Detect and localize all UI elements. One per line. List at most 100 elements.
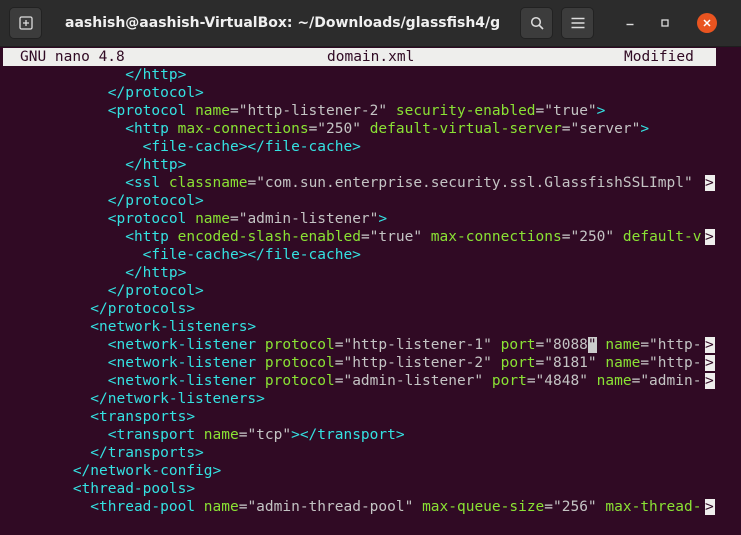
code-token: <ssl <box>125 175 169 191</box>
code-token: <network-listener <box>107 337 265 353</box>
editor-line: <http encoded-slash-enabled="true" max-c… <box>125 228 701 246</box>
editor-line: <http max-connections="250" default-virt… <box>125 120 649 138</box>
code-token: default-v <box>622 229 702 245</box>
nano-version: GNU nano 4.8 <box>20 49 125 65</box>
editor-line: </protocol> <box>108 84 204 102</box>
code-token: "admin-listener" <box>238 211 379 227</box>
code-token: name <box>195 103 230 119</box>
code-token: ></transport> <box>291 427 405 443</box>
editor-line: <ssl classname="com.sun.enterprise.secur… <box>125 174 701 192</box>
line-continues-marker: > <box>705 175 715 191</box>
editor-line: </http> <box>125 264 186 282</box>
code-token: > <box>640 121 650 137</box>
text-cursor: " <box>587 337 597 353</box>
code-token: port <box>500 355 536 371</box>
menu-button[interactable] <box>561 7 594 39</box>
hamburger-menu-icon <box>571 17 584 29</box>
code-token: protocol <box>264 337 335 353</box>
editor-line: </protocol> <box>108 192 204 210</box>
line-continues-marker: > <box>705 337 715 353</box>
line-continues-marker: > <box>705 355 715 371</box>
code-token: > <box>596 103 606 119</box>
code-token: > <box>378 211 388 227</box>
code-token: protocol <box>264 355 335 371</box>
code-token: <network-listeners> <box>90 319 257 335</box>
modified-status: Modified <box>624 49 694 65</box>
code-token: = <box>535 103 545 119</box>
code-token: <http <box>125 229 178 245</box>
code-token: <transports> <box>90 409 196 425</box>
code-token: "true" <box>544 103 597 119</box>
code-token: <protocol <box>107 103 196 119</box>
editor-line: <network-listener protocol = "http-listene… <box>108 354 702 372</box>
minimize-button[interactable] <box>620 13 640 33</box>
code-token: </http> <box>125 67 187 83</box>
code-token: <transport <box>107 427 204 443</box>
code-token: port <box>500 337 536 353</box>
code-token: "server" <box>570 121 641 137</box>
code-token: "256" <box>553 499 597 515</box>
editor-line: </http> <box>125 66 186 84</box>
editor-line: </protocols> <box>90 300 195 318</box>
code-token: = <box>544 499 554 515</box>
close-icon <box>703 19 711 27</box>
code-token: max-thread- <box>605 499 702 515</box>
code-token: </transports> <box>90 445 204 461</box>
editor-line: <protocol name = "http-listener-2" securit… <box>108 102 606 120</box>
code-token: <thread-pools> <box>72 481 196 497</box>
code-token: </http> <box>125 265 187 281</box>
code-token: protocol <box>264 373 335 389</box>
code-token: "http-listener-2" <box>238 103 388 119</box>
code-token: "8088 <box>544 337 588 353</box>
search-button[interactable] <box>520 7 553 39</box>
code-token: classname <box>168 175 248 191</box>
new-tab-button[interactable] <box>9 7 42 39</box>
code-token: <http <box>125 121 178 137</box>
editor-line: <transports> <box>90 408 195 426</box>
editor-line: </network-listeners> <box>90 390 265 408</box>
code-token: "http- <box>649 355 702 371</box>
code-token: = <box>229 211 239 227</box>
code-token: = <box>308 121 318 137</box>
code-token: = <box>535 355 545 371</box>
code-token: </network-config> <box>72 463 222 479</box>
code-token: max-connections <box>177 121 309 137</box>
code-token: <network-listener <box>107 373 265 389</box>
code-token: = <box>247 175 257 191</box>
nano-header-bar: GNU nano 4.8 domain.xml Modified <box>3 48 716 66</box>
code-token: name <box>203 499 239 515</box>
file-name: domain.xml <box>327 49 415 65</box>
new-tab-icon <box>18 16 33 30</box>
code-token: max-connections <box>430 229 562 245</box>
maximize-button[interactable] <box>655 13 675 33</box>
code-token: "250" <box>317 121 361 137</box>
code-token: = <box>535 337 545 353</box>
line-continues-marker: > <box>705 229 715 245</box>
code-token: = <box>526 373 536 389</box>
code-token: </http> <box>125 157 187 173</box>
code-token: = <box>360 229 370 245</box>
code-token: security-enabled <box>395 103 536 119</box>
editor-line: <thread-pool name = "admin-thread-pool" ma… <box>90 498 701 516</box>
title-bar: aashish@aashish-VirtualBox: ~/Downloads/… <box>0 0 741 47</box>
code-token: max-queue-size <box>422 499 545 515</box>
line-continues-marker: > <box>705 373 715 389</box>
close-button[interactable] <box>697 13 717 33</box>
code-token: name <box>605 337 641 353</box>
window-title: aashish@aashish-VirtualBox: ~/Downloads/… <box>65 15 501 31</box>
minimize-icon <box>626 23 634 26</box>
code-token: "http-listener-1" <box>343 337 492 353</box>
code-token: "4848" <box>535 373 588 389</box>
code-token: <protocol <box>107 211 196 227</box>
editor-text-area[interactable]: </http> </protocol> <protocol name="http-l… <box>3 66 716 535</box>
code-token: "admin-thread-pool" <box>247 499 414 515</box>
code-token: "250" <box>570 229 615 245</box>
editor-line: <transport name="tcp"></transport> <box>108 426 405 444</box>
editor-line: <network-listener protocol = "http-listene… <box>107 336 701 354</box>
